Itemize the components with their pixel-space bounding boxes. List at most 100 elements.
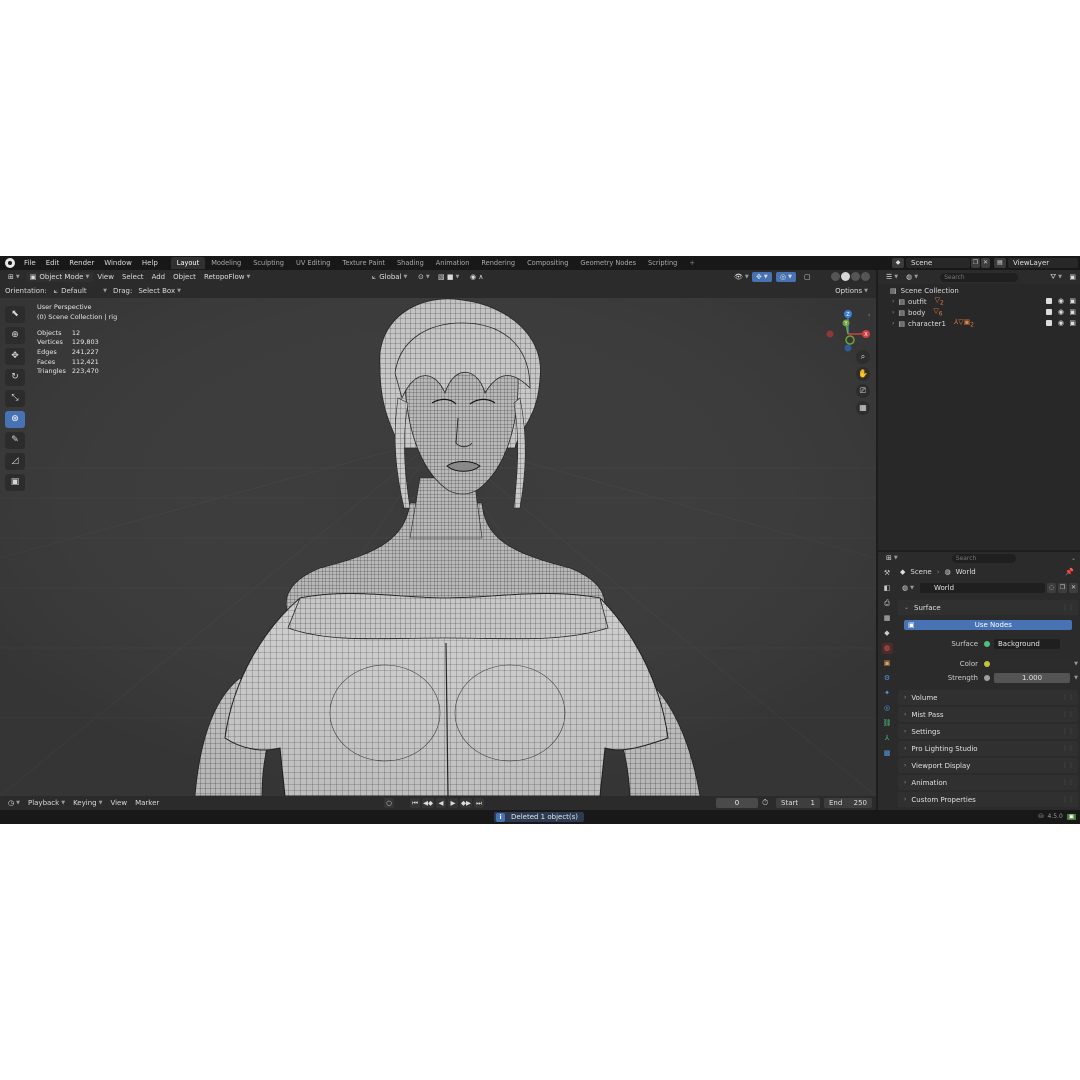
- strength-field[interactable]: 1.000: [994, 673, 1071, 683]
- measure-tool-icon[interactable]: ◿: [5, 453, 25, 470]
- render-tab-icon[interactable]: ◧: [882, 583, 893, 594]
- expand-icon[interactable]: ›: [892, 309, 894, 316]
- menu-timeline-view[interactable]: View: [106, 798, 131, 808]
- zoom-icon[interactable]: ⌕: [856, 350, 870, 364]
- fake-user-icon[interactable]: ◌: [1047, 583, 1056, 593]
- pivot-icon[interactable]: ⊙ ▼: [414, 272, 434, 282]
- tab-scripting[interactable]: Scripting: [642, 257, 683, 269]
- surface-panel-header[interactable]: ⌄ Surface ⋮⋮: [898, 600, 1078, 615]
- wireframe-shading-icon[interactable]: [831, 272, 840, 281]
- panel-custom-properties[interactable]: › Custom Properties ⋮⋮: [898, 792, 1078, 807]
- prev-keyframe-icon[interactable]: ◀◆: [422, 798, 434, 808]
- annotate-tool-icon[interactable]: ✎: [5, 432, 25, 449]
- add-cube-tool-icon[interactable]: ▣: [5, 474, 25, 491]
- transform-orientation-dropdown[interactable]: ⟀ Global ▼: [368, 272, 411, 282]
- menu-edit[interactable]: Edit: [41, 259, 65, 267]
- navigation-gizmo[interactable]: Z X Y: [822, 304, 872, 352]
- pin-icon[interactable]: 📌: [1065, 568, 1074, 576]
- world-tab-icon[interactable]: ◍: [881, 643, 893, 654]
- tab-sculpting[interactable]: Sculpting: [247, 257, 290, 269]
- outliner-root[interactable]: ▤ Scene Collection: [878, 285, 1080, 296]
- duplicate-world-icon[interactable]: ❐: [1058, 583, 1067, 593]
- surface-shader-field[interactable]: Background: [994, 639, 1060, 649]
- scene-name[interactable]: Scene: [906, 258, 970, 268]
- eye-icon[interactable]: ◉: [1058, 319, 1064, 327]
- pan-icon[interactable]: ✋: [856, 367, 870, 381]
- tab-shading[interactable]: Shading: [391, 257, 430, 269]
- outliner-item-character1[interactable]: › ▤ character1 ⅄▽▣2 ◉ ▣: [878, 318, 1080, 329]
- properties-search[interactable]: Search: [951, 553, 1016, 563]
- play-icon[interactable]: ▶: [448, 798, 458, 808]
- outliner-item-body[interactable]: › ▤ body ▽6 ◉ ▣: [878, 307, 1080, 318]
- rendered-shading-icon[interactable]: [861, 272, 870, 281]
- drag-dropdown[interactable]: Select Box ▼: [134, 286, 185, 296]
- view-layer-tab-icon[interactable]: ▦: [882, 613, 893, 624]
- include-checkbox[interactable]: [1046, 309, 1052, 315]
- menu-select[interactable]: Select: [118, 272, 148, 282]
- drag-grip-icon[interactable]: ⋮⋮: [1062, 762, 1074, 769]
- add-workspace-button[interactable]: +: [683, 257, 701, 269]
- drag-grip-icon[interactable]: ⋮⋮: [1062, 796, 1074, 803]
- 3d-viewport[interactable]: ⬉ ⊕ ✥ ↻ ⤡ ⊛ ✎ ◿ ▣ User Perspective (0) S…: [0, 298, 876, 796]
- remove-scene-icon[interactable]: ✕: [981, 258, 990, 268]
- render-icon[interactable]: ▣: [1069, 319, 1076, 327]
- view-layer-icon[interactable]: ▤: [994, 258, 1006, 268]
- end-frame-field[interactable]: End 250: [824, 798, 872, 808]
- display-mode-icon[interactable]: ◍ ▼: [902, 272, 922, 282]
- current-frame-field[interactable]: 0: [716, 798, 758, 808]
- clock-icon[interactable]: ⏱: [762, 798, 768, 808]
- options-chevron-icon[interactable]: ⌄: [1071, 555, 1076, 562]
- drag-grip-icon[interactable]: ⋮⋮: [1062, 711, 1074, 718]
- options-dropdown[interactable]: Options ▼: [831, 286, 872, 296]
- color-swatch[interactable]: [994, 659, 1071, 669]
- panel-volume[interactable]: › Volume ⋮⋮: [898, 690, 1078, 705]
- next-keyframe-icon[interactable]: ◆▶: [460, 798, 472, 808]
- menu-retopoflow[interactable]: RetopoFlow ▼: [200, 272, 254, 282]
- constraints-tab-icon[interactable]: ⛓: [882, 718, 893, 729]
- drag-grip-icon[interactable]: ⋮⋮: [1062, 604, 1074, 611]
- blender-logo-icon[interactable]: [5, 258, 15, 268]
- scene-tab-icon[interactable]: ◆: [882, 628, 893, 639]
- drag-grip-icon[interactable]: ⋮⋮: [1062, 728, 1074, 735]
- world-browse-icon[interactable]: ◍ ▼: [898, 583, 918, 593]
- texture-tab-icon[interactable]: ▩: [882, 748, 893, 759]
- filter-icon[interactable]: ⛛ ▼: [1046, 272, 1066, 282]
- jump-end-icon[interactable]: ⏭: [474, 798, 484, 808]
- new-collection-icon[interactable]: ▣: [1065, 272, 1080, 282]
- world-datablock[interactable]: ◍ ▼ World ◌ ❐ ✕: [898, 582, 1078, 594]
- overlay-toggle-icon[interactable]: ◎ ▼: [776, 272, 796, 282]
- start-frame-field[interactable]: Start 1: [776, 798, 820, 808]
- sidebar-toggle-icon[interactable]: ‹: [868, 312, 874, 322]
- panel-pro-lighting-studio[interactable]: › Pro Lighting Studio ⋮⋮: [898, 741, 1078, 756]
- visibility-icon[interactable]: 👁 ▼: [730, 272, 753, 282]
- tab-rendering[interactable]: Rendering: [475, 257, 521, 269]
- drag-grip-icon[interactable]: ⋮⋮: [1062, 694, 1074, 701]
- timeline-editor-icon[interactable]: ◷ ▼: [4, 798, 24, 808]
- tab-compositing[interactable]: Compositing: [521, 257, 574, 269]
- color-dropdown-icon[interactable]: ▼: [1074, 661, 1078, 667]
- properties-editor-icon[interactable]: ⊞ ▼: [882, 553, 902, 563]
- menu-keying[interactable]: Keying ▼: [69, 798, 106, 808]
- menu-add[interactable]: Add: [148, 272, 170, 282]
- gizmo-toggle-icon[interactable]: ✥ ▼: [752, 272, 772, 282]
- menu-file[interactable]: File: [19, 259, 41, 267]
- modifier-tab-icon[interactable]: ⚙: [882, 673, 893, 684]
- scene-selector[interactable]: ◆ Scene ❐ ✕: [892, 258, 990, 268]
- menu-render[interactable]: Render: [64, 259, 99, 267]
- tab-uv-editing[interactable]: UV Editing: [290, 257, 336, 269]
- panel-animation[interactable]: › Animation ⋮⋮: [898, 775, 1078, 790]
- proportional-edit-icon[interactable]: ◉ ∧: [466, 272, 487, 282]
- tool-tab-icon[interactable]: ⚒: [882, 568, 893, 579]
- select-tool-icon[interactable]: ⬉: [5, 306, 25, 323]
- record-icon[interactable]: ○: [384, 798, 394, 808]
- ortho-toggle-icon[interactable]: ▦: [856, 401, 870, 415]
- jump-start-icon[interactable]: ⏮: [410, 798, 420, 808]
- data-tab-icon[interactable]: ⅄: [882, 733, 893, 744]
- mode-selector[interactable]: ▣ Object Mode ▼: [25, 272, 94, 282]
- snap-icon[interactable]: ▧ ■ ▼: [434, 272, 463, 282]
- scale-tool-icon[interactable]: ⤡: [5, 390, 25, 407]
- include-checkbox[interactable]: [1046, 320, 1052, 326]
- move-tool-icon[interactable]: ✥: [5, 348, 25, 365]
- panel-viewport-display[interactable]: › Viewport Display ⋮⋮: [898, 758, 1078, 773]
- outliner-item-outfit[interactable]: › ▤ outfit ▽2 ◉ ▣: [878, 296, 1080, 307]
